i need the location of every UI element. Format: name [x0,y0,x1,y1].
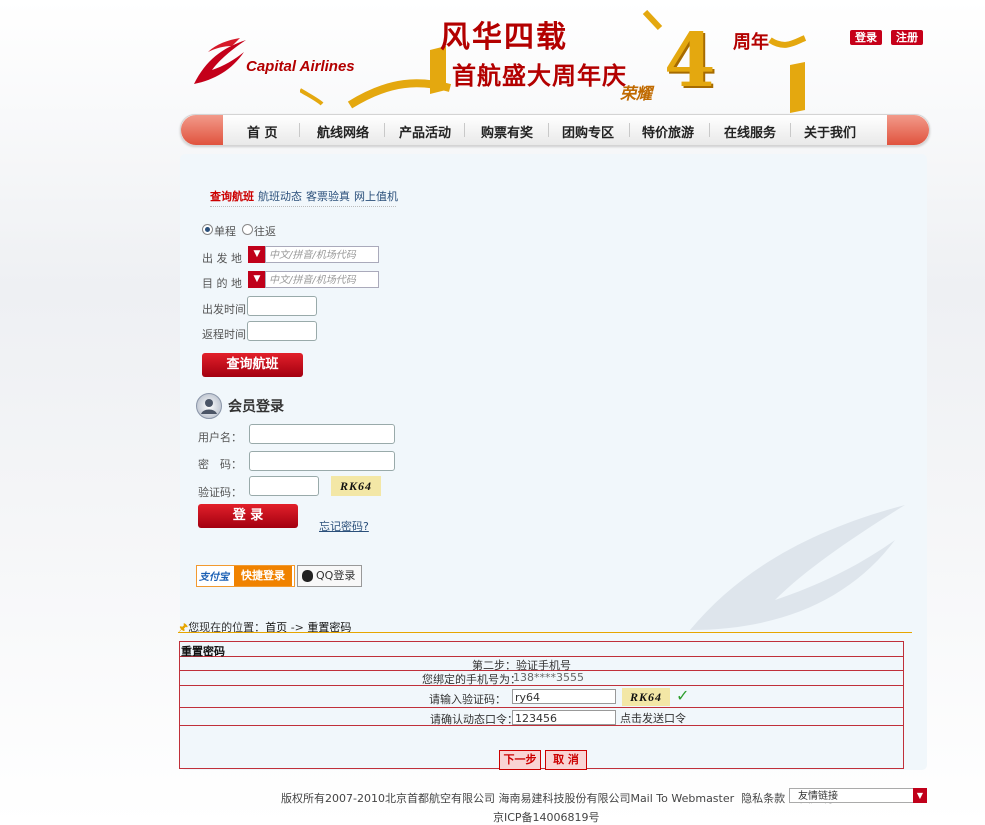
breadcrumb-divider [178,632,912,633]
footer-privacy-link[interactable]: 隐私条款 [741,792,785,805]
return-date-input[interactable] [247,321,317,341]
tab-ticket-verify[interactable]: 客票验真 [306,190,350,203]
tab-search-flights[interactable]: 查询航班 [210,190,254,203]
main-nav: 首 页 航线网络 产品活动 购票有奖 团购专区 特价旅游 在线服务 关于我们 [180,114,930,146]
friendly-links-select[interactable]: 友情链接 [789,788,927,803]
tab-online-checkin[interactable]: 网上值机 [354,190,398,203]
one-way-label: 单程 [214,225,236,238]
otp-label: 请确认动态口令： [430,713,518,726]
nav-item-ticket-prize[interactable]: 购票有奖 [481,122,533,141]
round-trip-radio[interactable] [242,224,253,235]
nav-divider [384,123,385,137]
username-label: 用户名： [198,431,242,444]
captcha-image[interactable]: RK64 [331,476,381,496]
footer-mail-link[interactable]: Mail To Webmaster [630,792,734,805]
footer-copyright: 版权所有2007-2010北京首都航空有限公司 海南易建科技股份有限公司 [281,792,631,805]
forgot-password-link[interactable]: 忘记密码? [319,518,369,534]
member-avatar-icon [196,393,222,419]
banner-anniversary-label: 周年 [733,32,769,53]
cancel-button[interactable]: 取 消 [545,750,587,770]
table-row: 重置密码 [180,642,903,658]
send-otp-link[interactable]: 点击发送口令 [620,710,686,726]
otp-input[interactable]: 123456 [512,710,616,725]
captcha-input[interactable] [249,476,319,496]
tab-flight-status[interactable]: 航班动态 [258,190,302,203]
nav-divider [709,123,710,137]
destination-input[interactable]: 中文/拼音/机场代码 [265,271,379,288]
header-register-button[interactable]: 注册 [891,30,923,45]
phone-label: 您绑定的手机号为： [422,673,521,686]
phone-value: 138****3555 [513,671,584,684]
banner-glory-label: 荣耀 [620,84,653,103]
footer-links: 版权所有2007-2010北京首都航空有限公司 海南易建科技股份有限公司Mail… [281,790,833,806]
origin-dropdown-button[interactable]: ▼ [248,246,266,263]
nav-item-special-travel[interactable]: 特价旅游 [642,122,694,141]
table-row: 请确认动态口令： 123456 点击发送口令 [180,708,903,726]
alipay-quick-login-button[interactable]: 支付宝 快捷登录 [196,565,295,587]
round-trip-label: 往返 [254,225,276,238]
header-login-button[interactable]: 登录 [850,30,882,45]
destination-label: 目 的 地 [202,277,242,290]
banner-title: 风华四载 [440,20,568,55]
qq-penguin-icon [302,570,313,582]
nav-divider [464,123,465,137]
search-tabs: 查询航班 航班动态 客票验真 网上值机 [210,188,402,204]
nav-divider [790,123,791,137]
watermark-wing-icon [690,505,905,630]
nav-divider [548,123,549,137]
nav-divider [629,123,630,137]
reset-password-table: 重置密码 第二步：验证手机号 您绑定的手机号为： 138****3555 请输入… [179,641,904,770]
nav-item-home[interactable]: 首 页 [247,122,278,141]
banner-anniversary-number: 4 [664,18,716,104]
banner-subtitle: 首航盛大周年庆 [452,61,627,90]
table-row: 请输入验证码： ry64 RK64 ✓ [180,686,903,708]
nav-item-online-service[interactable]: 在线服务 [724,122,776,141]
nav-item-products[interactable]: 产品活动 [399,122,451,141]
password-input[interactable] [249,451,395,471]
return-date-label: 返程时间 [202,328,246,341]
nav-right-cap [887,115,929,145]
tabs-divider [210,206,396,207]
verify-captcha-image[interactable]: RK64 [622,688,670,706]
verify-code-input[interactable]: ry64 [512,689,616,704]
nav-item-routes[interactable]: 航线网络 [317,122,369,141]
origin-input[interactable]: 中文/拼音/机场代码 [265,246,379,263]
nav-left-cap [181,115,223,145]
footer-icp: 京ICP备14006819号 [493,811,600,824]
table-row: 您绑定的手机号为： 138****3555 [180,671,903,686]
member-login-button[interactable]: 登 录 [198,504,298,528]
search-flights-button[interactable]: 查询航班 [202,353,303,377]
username-input[interactable] [249,424,395,444]
friendly-links-dropdown-icon[interactable]: ▼ [913,788,927,803]
one-way-radio[interactable] [202,224,213,235]
nav-divider [299,123,300,137]
nav-item-about[interactable]: 关于我们 [804,122,856,141]
qq-login-button[interactable]: QQ登录 [297,565,362,587]
captcha-label: 验证码： [198,486,242,499]
alipay-brand-icon: 支付宝 [199,572,229,583]
check-icon: ✓ [676,686,690,705]
verify-code-label: 请输入验证码： [429,693,506,706]
breadcrumb: 🖈您现在的位置：首页 -> 重置密码 [178,619,351,638]
depart-date-input[interactable] [247,296,317,316]
capital-airlines-logo-icon [194,38,246,84]
nav-item-group-buy[interactable]: 团购专区 [562,122,614,141]
password-label: 密 码： [198,458,242,471]
depart-date-label: 出发时间 [202,303,246,316]
next-step-button[interactable]: 下一步 [499,750,541,770]
alipay-label: 快捷登录 [234,566,292,586]
member-login-title: 会员登录 [228,399,284,415]
origin-label: 出 发 地 [202,252,242,265]
destination-dropdown-button[interactable]: ▼ [248,271,266,288]
table-row: 第二步：验证手机号 [180,657,903,672]
qq-login-label: QQ登录 [316,569,356,582]
